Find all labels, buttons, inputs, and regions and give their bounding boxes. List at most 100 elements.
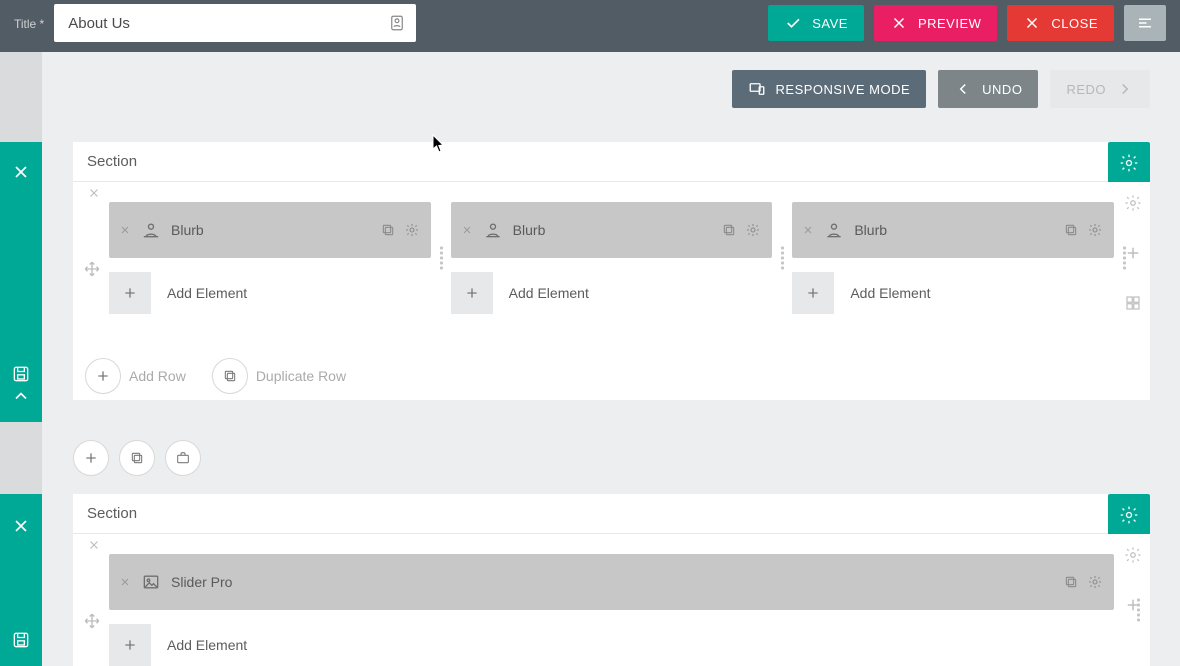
element-remove-button[interactable] [461, 224, 473, 236]
add-row-label: Add Row [129, 368, 190, 384]
column-resize-handle[interactable] [1137, 599, 1140, 622]
gear-icon [1124, 546, 1142, 564]
plus-icon [451, 272, 493, 314]
add-column-button[interactable] [1122, 594, 1144, 616]
copy-icon [721, 222, 737, 238]
plus-icon [95, 368, 111, 384]
element-remove-button[interactable] [119, 576, 131, 588]
add-element-button[interactable]: Add Element [109, 624, 1114, 666]
copy-icon [222, 368, 238, 384]
row-close-button[interactable] [87, 538, 101, 552]
duplicate-section-button[interactable] [119, 440, 155, 476]
duplicate-row-button[interactable] [212, 358, 248, 394]
element-duplicate-button[interactable] [1062, 221, 1080, 239]
section-header[interactable]: Section [73, 142, 1150, 182]
element-settings-button[interactable] [403, 221, 421, 239]
add-element-button[interactable]: Add Element [792, 272, 1114, 314]
element-label: Blurb [171, 222, 369, 238]
element-duplicate-button[interactable] [379, 221, 397, 239]
menu-icon [1136, 14, 1154, 32]
close-icon [461, 224, 473, 236]
element-blurb[interactable]: Blurb [451, 202, 773, 258]
add-element-button[interactable]: Add Element [109, 272, 431, 314]
add-element-label: Add Element [151, 637, 247, 653]
close-icon [119, 576, 131, 588]
row-settings-button[interactable] [1122, 192, 1144, 214]
copy-icon [1063, 222, 1079, 238]
gear-icon [1087, 574, 1103, 590]
section-close-button[interactable] [0, 150, 42, 194]
element-settings-button[interactable] [1086, 221, 1104, 239]
blurb-icon [141, 220, 161, 240]
briefcase-icon [175, 450, 191, 466]
section-rail [0, 142, 42, 422]
contacts-icon[interactable] [388, 14, 406, 32]
section-close-button[interactable] [0, 504, 42, 548]
row-layout-button[interactable] [1122, 292, 1144, 314]
column-resize-handle[interactable] [1123, 247, 1126, 270]
arrow-left-icon [954, 80, 972, 98]
section-save-button[interactable] [0, 618, 42, 662]
add-element-button[interactable]: Add Element [451, 272, 773, 314]
preview-label: PREVIEW [918, 16, 981, 31]
close-icon [87, 186, 101, 200]
close-icon [119, 224, 131, 236]
row-move-handle[interactable] [83, 260, 101, 278]
section-rail [0, 494, 42, 666]
section-settings-button[interactable] [1108, 142, 1150, 184]
copy-icon [380, 222, 396, 238]
section-title: Section [87, 153, 137, 170]
plus-icon [109, 272, 151, 314]
element-remove-button[interactable] [802, 224, 814, 236]
section-library-button[interactable] [165, 440, 201, 476]
gear-icon [1119, 505, 1139, 525]
gear-icon [1119, 153, 1139, 173]
undo-label: UNDO [982, 82, 1022, 97]
preview-button[interactable]: PREVIEW [874, 5, 997, 41]
section-settings-button[interactable] [1108, 494, 1150, 536]
add-section-button[interactable] [73, 440, 109, 476]
title-label: Title * [14, 15, 44, 31]
menu-button[interactable] [1124, 5, 1166, 41]
move-icon [83, 260, 101, 278]
save-button[interactable]: SAVE [768, 5, 864, 41]
redo-button: REDO [1050, 70, 1150, 108]
row-settings-button[interactable] [1122, 544, 1144, 566]
row-close-button[interactable] [87, 186, 101, 200]
arrow-right-icon [1116, 80, 1134, 98]
column-resize-handle[interactable] [781, 247, 784, 270]
element-blurb[interactable]: Blurb [792, 202, 1114, 258]
undo-button[interactable]: UNDO [938, 70, 1038, 108]
gear-icon [745, 222, 761, 238]
close-button[interactable]: CLOSE [1007, 5, 1114, 41]
element-duplicate-button[interactable] [720, 221, 738, 239]
copy-icon [129, 450, 145, 466]
add-element-label: Add Element [834, 285, 930, 301]
duplicate-row-label: Duplicate Row [256, 368, 350, 384]
element-remove-button[interactable] [119, 224, 131, 236]
plus-icon [1124, 244, 1142, 262]
title-input[interactable] [54, 4, 416, 42]
element-label: Blurb [513, 222, 711, 238]
element-settings-button[interactable] [744, 221, 762, 239]
section-title: Section [87, 505, 137, 522]
row-move-handle[interactable] [83, 612, 101, 630]
add-row-button[interactable] [85, 358, 121, 394]
rail-spacer [0, 422, 42, 494]
rail-spacer [0, 52, 42, 142]
responsive-label: RESPONSIVE MODE [776, 82, 911, 97]
column-resize-handle[interactable] [440, 247, 443, 270]
section-header[interactable]: Section [73, 494, 1150, 534]
element-settings-button[interactable] [1086, 573, 1104, 591]
element-blurb[interactable]: Blurb [109, 202, 431, 258]
element-slider-pro[interactable]: Slider Pro [109, 554, 1114, 610]
section-collapse-button[interactable] [0, 374, 42, 418]
disk-icon [11, 630, 31, 650]
copy-icon [1063, 574, 1079, 590]
element-label: Blurb [854, 222, 1052, 238]
close-icon [802, 224, 814, 236]
gear-icon [404, 222, 420, 238]
element-duplicate-button[interactable] [1062, 573, 1080, 591]
responsive-mode-button[interactable]: RESPONSIVE MODE [732, 70, 927, 108]
move-icon [83, 612, 101, 630]
